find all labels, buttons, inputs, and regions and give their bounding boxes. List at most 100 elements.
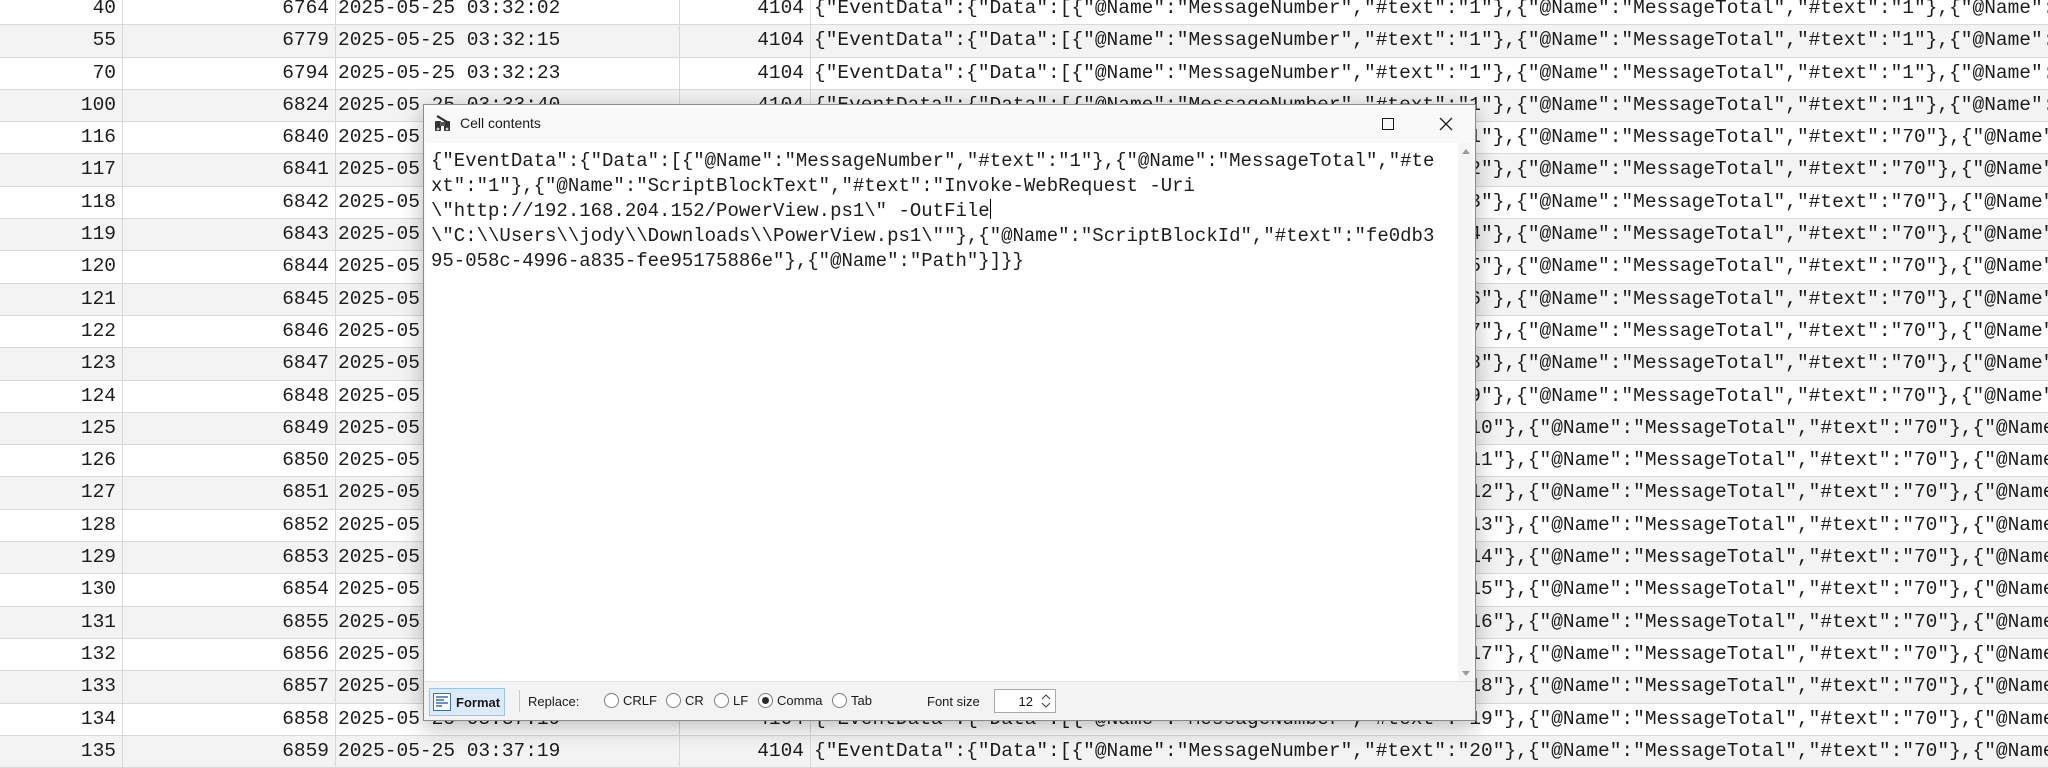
table-cell[interactable]: 133 (0, 671, 123, 703)
table-cell[interactable]: 6840 (123, 122, 336, 154)
table-cell[interactable]: 6847 (123, 348, 336, 380)
table-cell[interactable]: {"EventData":{"Data":[{"@Name":"MessageN… (811, 58, 2048, 89)
table-cell[interactable]: 118 (0, 186, 123, 219)
table-cell[interactable]: 128 (0, 509, 123, 542)
maximize-button[interactable] (1359, 105, 1417, 142)
table-cell[interactable]: 4104 (680, 0, 811, 25)
scroll-up-arrow[interactable] (1458, 143, 1473, 160)
table-cell[interactable]: 134 (0, 703, 123, 735)
radio-label: Comma (777, 693, 823, 708)
radio-comma[interactable]: Comma (758, 693, 823, 708)
table-cell[interactable]: 130 (0, 574, 123, 606)
table-cell[interactable]: 6852 (123, 509, 336, 542)
text-caret (989, 199, 991, 219)
radio-label: CRLF (623, 693, 657, 708)
table-row[interactable]: 55 6779 2025-05-25 03:32:15 4104 {"EventData… (0, 25, 2048, 58)
table-cell[interactable]: 132 (0, 638, 123, 671)
maximize-icon (1382, 117, 1394, 130)
font-size-label: Font size (927, 694, 980, 709)
table-cell[interactable]: {"EventData":{"Data":[{"@Name":"MessageN… (811, 25, 2048, 56)
table-cell[interactable]: 6824 (123, 89, 336, 122)
text-line: 95-058c-4996-a835-fee95175886e"},{"@Name… (431, 250, 1024, 272)
table-cell[interactable]: 6764 (123, 0, 336, 25)
radio-crlf[interactable]: CRLF (604, 693, 657, 708)
table-cell[interactable]: 6850 (123, 445, 336, 477)
table-row[interactable]: 70 6794 2025-05-25 03:32:23 4104 {"EventData… (0, 57, 2048, 90)
table-cell[interactable]: 6858 (123, 703, 336, 735)
dialog-titlebar[interactable]: Cell contents (424, 105, 1475, 142)
binoculars-icon (435, 115, 450, 131)
table-cell[interactable]: 116 (0, 122, 123, 154)
table-cell[interactable]: 2025-05-25 03:32:15 (336, 25, 680, 57)
radio-label: CR (685, 693, 704, 708)
format-button[interactable]: Format (429, 688, 506, 716)
table-cell[interactable]: 131 (0, 606, 123, 638)
text-line: \"C:\\Users\\jody\\Downloads\\PowerView.… (431, 225, 1435, 247)
table-cell[interactable]: 117 (0, 154, 123, 186)
radio-label: Tab (851, 693, 872, 708)
table-cell[interactable]: 124 (0, 380, 123, 412)
table-cell[interactable]: 6849 (123, 412, 336, 445)
dialog-title: Cell contents (460, 115, 541, 131)
text-line: {"EventData":{"Data":[{"@Name":"MessageN… (431, 150, 1435, 172)
table-cell[interactable]: 6794 (123, 57, 336, 89)
table-cell[interactable]: 70 (0, 57, 123, 89)
radio-lf[interactable]: LF (714, 693, 748, 708)
table-cell[interactable]: 135 (0, 735, 123, 768)
table-cell[interactable]: 2025-05-25 03:32:23 (336, 57, 680, 89)
table-cell[interactable]: 119 (0, 219, 123, 251)
chevron-up-icon (1461, 149, 1470, 154)
chevron-down-icon (1461, 671, 1470, 676)
table-cell[interactable]: 2025-05-25 03:37:19 (336, 735, 680, 768)
table-cell[interactable]: 121 (0, 283, 123, 315)
radio-tab[interactable]: Tab (832, 693, 872, 708)
table-cell[interactable]: 123 (0, 348, 123, 380)
table-cell[interactable]: 120 (0, 251, 123, 283)
spinner-arrows-icon[interactable] (1039, 691, 1053, 711)
table-row[interactable]: 135 6859 2025-05-25 03:37:19 4104 {"EventDat… (0, 735, 2048, 768)
table-cell[interactable]: 129 (0, 542, 123, 574)
table-cell[interactable]: 2025-05-25 03:32:02 (336, 0, 680, 25)
table-cell[interactable]: 6779 (123, 25, 336, 57)
text-line-content: \"http://192.168.204.152/PowerView.ps1\"… (431, 200, 990, 222)
radio-label: LF (733, 693, 749, 708)
table-cell[interactable]: 40 (0, 0, 123, 25)
table-cell[interactable]: 6856 (123, 638, 336, 671)
table-cell[interactable]: 6843 (123, 219, 336, 251)
close-button[interactable] (1417, 105, 1475, 142)
cell-contents-dialog: Cell contents {"EventData":{"Data":[{"@N… (423, 104, 1476, 721)
table-cell[interactable]: 122 (0, 315, 123, 348)
dialog-footer: Format Replace: CRLF CR LF Comma Tab Fon… (424, 681, 1475, 720)
cell-content-textarea[interactable]: {"EventData":{"Data":[{"@Name":"MessageN… (426, 143, 1460, 682)
radio-dot (832, 693, 847, 708)
table-cell[interactable]: 6841 (123, 154, 336, 186)
table-cell[interactable]: 6845 (123, 283, 336, 315)
table-cell[interactable]: 6855 (123, 606, 336, 638)
radio-cr[interactable]: CR (666, 693, 704, 708)
font-size-spinner[interactable]: 12 (994, 689, 1056, 713)
vertical-scrollbar[interactable] (1458, 143, 1473, 682)
scroll-down-arrow[interactable] (1458, 665, 1473, 682)
text-line: xt":"1"},{"@Name":"ScriptBlockText","#te… (431, 175, 1195, 197)
table-cell[interactable]: 6851 (123, 477, 336, 509)
table-row[interactable]: 40 6764 2025-05-25 03:32:02 4104 {"EventData… (0, 0, 2048, 26)
table-cell[interactable]: {"EventData":{"Data":[{"@Name":"MessageN… (811, 736, 2048, 767)
table-cell[interactable]: 6857 (123, 671, 336, 703)
table-cell[interactable]: 6846 (123, 315, 336, 348)
table-cell[interactable]: 4104 (680, 25, 811, 57)
table-cell[interactable]: 127 (0, 477, 123, 509)
table-cell[interactable]: 126 (0, 445, 123, 477)
table-cell[interactable]: 6854 (123, 574, 336, 606)
table-cell[interactable]: 125 (0, 412, 123, 445)
table-cell[interactable]: 100 (0, 89, 123, 122)
table-cell[interactable]: 6842 (123, 186, 336, 219)
table-cell[interactable]: 6859 (123, 735, 336, 768)
table-cell[interactable]: 4104 (680, 735, 811, 768)
table-cell[interactable]: 55 (0, 25, 123, 57)
table-cell[interactable]: 6848 (123, 380, 336, 412)
table-cell[interactable]: 6853 (123, 542, 336, 574)
radio-dot (714, 693, 729, 708)
table-cell[interactable]: {"EventData":{"Data":[{"@Name":"MessageN… (811, 0, 2048, 24)
table-cell[interactable]: 4104 (680, 57, 811, 89)
table-cell[interactable]: 6844 (123, 251, 336, 283)
